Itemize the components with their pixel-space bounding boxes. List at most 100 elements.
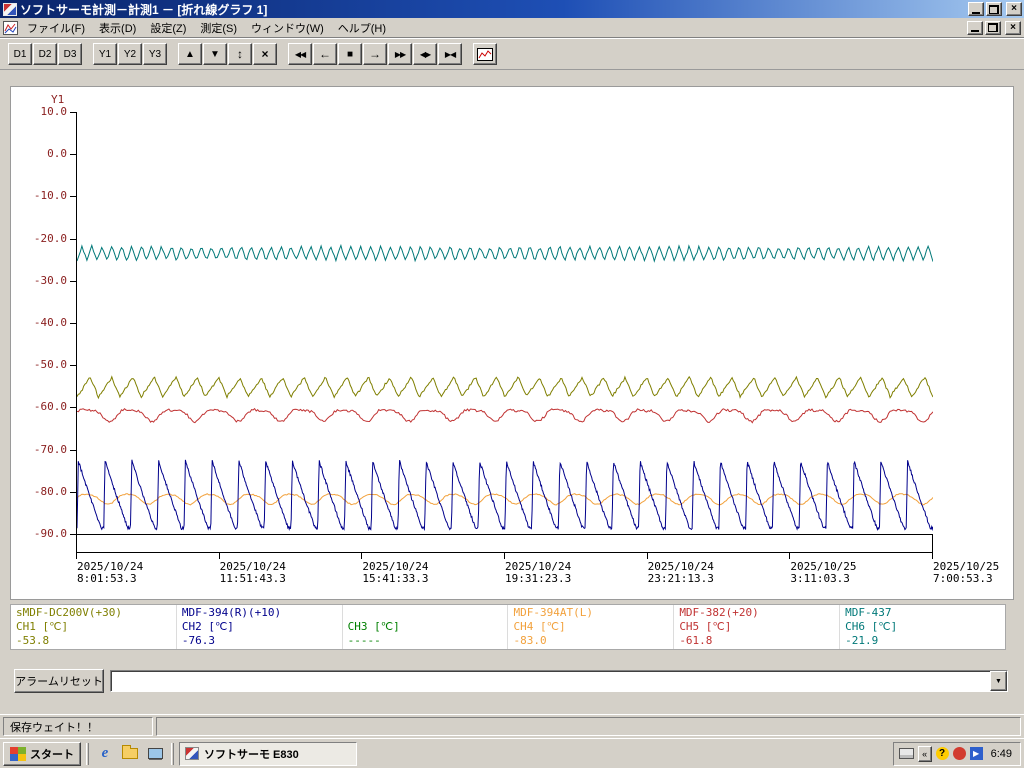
menu-window[interactable]: ウィンドウ(W) — [244, 17, 331, 39]
legend-channel-label: CH1 [℃] — [16, 620, 176, 634]
x-axis-tick-label: 2025/10/253:11:03.3 — [790, 561, 856, 585]
toolbar-y2-button[interactable]: Y2 — [118, 43, 142, 65]
toolbar-d1-button[interactable]: D1 — [8, 43, 32, 65]
status-message: 保存ウェイト！！ — [10, 719, 98, 735]
y-axis-tick-label: -70.0 — [21, 444, 67, 455]
toolbar-compress-time-button[interactable]: ▶◀ — [438, 43, 462, 65]
toolbar-expand-vertical-button[interactable]: ↕ — [228, 43, 252, 65]
legend-channel-label: CH3 [℃] — [348, 620, 508, 634]
toolbar-step-forward-button[interactable]: → — [363, 43, 387, 65]
x-axis-tick — [219, 553, 220, 559]
quicklaunch-grip[interactable] — [86, 743, 89, 765]
x-axis-tick — [504, 553, 505, 559]
combobox-dropdown-button[interactable]: ▼ — [990, 671, 1007, 691]
toolbar-d2-button[interactable]: D2 — [33, 43, 57, 65]
legend-sensor-name: sMDF-DC200V(+30) — [16, 606, 176, 620]
y-axis-tick — [70, 407, 76, 408]
child-minimize-icon — [971, 30, 979, 32]
menu-help[interactable]: ヘルプ(H) — [331, 17, 393, 39]
legend-current-value: -83.0 — [513, 634, 673, 648]
status-message-panel: 保存ウェイト！！ — [3, 717, 153, 736]
system-tray: « ? ▶ 6:49 — [893, 742, 1021, 766]
combobox-value — [111, 671, 990, 691]
security-tray-icon[interactable] — [953, 747, 966, 760]
folder-icon[interactable] — [119, 743, 141, 765]
menu-measure[interactable]: 測定(S) — [193, 17, 244, 39]
show-desktop-icon[interactable] — [144, 743, 166, 765]
tray-collapse-button[interactable]: « — [918, 746, 932, 762]
windows-logo-icon — [10, 747, 26, 761]
app-icon-small — [185, 747, 199, 760]
channel-legend: sMDF-DC200V(+30)CH1 [℃]-53.8MDF-394(R)(+… — [10, 604, 1006, 650]
toolbar-scale-reset-button[interactable]: × — [253, 43, 277, 65]
x-axis-tick-label: 2025/10/248:01:53.3 — [77, 561, 143, 585]
media-tray-icon[interactable]: ▶ — [970, 747, 983, 760]
y-axis-tick-label: -60.0 — [21, 401, 67, 412]
menu-view[interactable]: 表示(D) — [92, 17, 143, 39]
y-axis-tick — [70, 239, 76, 240]
x-axis-tick — [789, 553, 790, 559]
chevron-down-icon: ▼ — [995, 678, 1002, 685]
x-axis-tick — [932, 553, 933, 559]
menu-file[interactable]: ファイル(F) — [20, 17, 92, 39]
update-tray-icon[interactable]: ? — [936, 747, 949, 760]
toolbar-digital-display-icon[interactable] — [473, 43, 497, 65]
y-axis-tick — [70, 154, 76, 155]
legend-current-value: -53.8 — [16, 634, 176, 648]
legend-sensor-name: MDF-437 — [845, 606, 1005, 620]
menubar: ファイル(F)表示(D)設定(Z)測定(S)ウィンドウ(W)ヘルプ(H) × — [0, 18, 1024, 38]
statusbar: 保存ウェイト！！ — [0, 714, 1024, 738]
close-button[interactable]: × — [1006, 2, 1022, 16]
series-ch6 — [77, 245, 933, 261]
toolbar-scroll-down-button[interactable]: ▼ — [203, 43, 227, 65]
x-axis-tick-label: 2025/10/2411:51:43.3 — [220, 561, 286, 585]
y-axis-tick — [70, 534, 76, 535]
chevron-left-icon: « — [922, 749, 927, 759]
y-axis-tick — [70, 365, 76, 366]
toolbar-stop-button[interactable]: ■ — [338, 43, 362, 65]
legend-ch4: MDF-394AT(L)CH4 [℃]-83.0 — [507, 605, 673, 649]
graph-document-icon[interactable] — [3, 21, 18, 35]
toolbar-scroll-up-button[interactable]: ▲ — [178, 43, 202, 65]
tasklist-grip[interactable] — [171, 743, 174, 765]
toolbar-fast-forward-button[interactable]: ▶▶ — [388, 43, 412, 65]
y-axis-tick-label: -80.0 — [21, 486, 67, 497]
toolbar-rewind-button[interactable]: ◀◀ — [288, 43, 312, 65]
app-window: ソフトサーモ計測－計測1 － [折れ線グラフ 1] × ファイル(F)表示(D)… — [0, 0, 1024, 768]
alarm-combobox[interactable]: ▼ — [110, 670, 1008, 692]
child-close-icon: × — [1010, 23, 1016, 33]
minimize-button[interactable] — [968, 2, 984, 16]
y-axis-tick-label: -10.0 — [21, 190, 67, 201]
toolbar-step-back-button[interactable]: ← — [313, 43, 337, 65]
toolbar-d3-button[interactable]: D3 — [58, 43, 82, 65]
y-axis-tick-label: -30.0 — [21, 275, 67, 286]
restore-icon — [989, 5, 999, 14]
start-button[interactable]: スタート — [3, 742, 81, 766]
task-label: ソフトサーモ E830 — [204, 746, 299, 762]
task-button-softthermo[interactable]: ソフトサーモ E830 — [179, 742, 357, 766]
minimize-icon — [972, 12, 980, 14]
child-window-controls: × — [965, 21, 1021, 35]
app-icon[interactable] — [3, 3, 17, 16]
child-restore-button[interactable] — [985, 21, 1001, 35]
restore-button[interactable] — [986, 2, 1002, 16]
y-axis-tick-label: -90.0 — [21, 528, 67, 539]
time-range-box[interactable] — [76, 534, 933, 553]
legend-sensor-name: MDF-382(+20) — [679, 606, 839, 620]
legend-current-value: -21.9 — [845, 634, 1005, 648]
legend-channel-label: CH6 [℃] — [845, 620, 1005, 634]
toolbar-y3-button[interactable]: Y3 — [143, 43, 167, 65]
internet-explorer-icon[interactable]: e — [94, 743, 116, 765]
keyboard-tray-icon[interactable] — [899, 748, 914, 759]
toolbar-expand-time-button[interactable]: ◀▶ — [413, 43, 437, 65]
toolbar-y1-button[interactable]: Y1 — [93, 43, 117, 65]
series-ch1 — [77, 377, 933, 398]
line-graph-panel: Y1 10.00.0-10.0-20.0-30.0-40.0-50.0-60.0… — [10, 86, 1014, 600]
menu-settings[interactable]: 設定(Z) — [143, 17, 193, 39]
start-label: スタート — [30, 746, 74, 762]
alarm-reset-button[interactable]: アラームリセット — [14, 669, 104, 693]
window-title: ソフトサーモ計測－計測1 － [折れ線グラフ 1] — [20, 1, 966, 18]
child-minimize-button[interactable] — [967, 21, 983, 35]
y-axis-tick — [70, 281, 76, 282]
child-close-button[interactable]: × — [1005, 21, 1021, 35]
